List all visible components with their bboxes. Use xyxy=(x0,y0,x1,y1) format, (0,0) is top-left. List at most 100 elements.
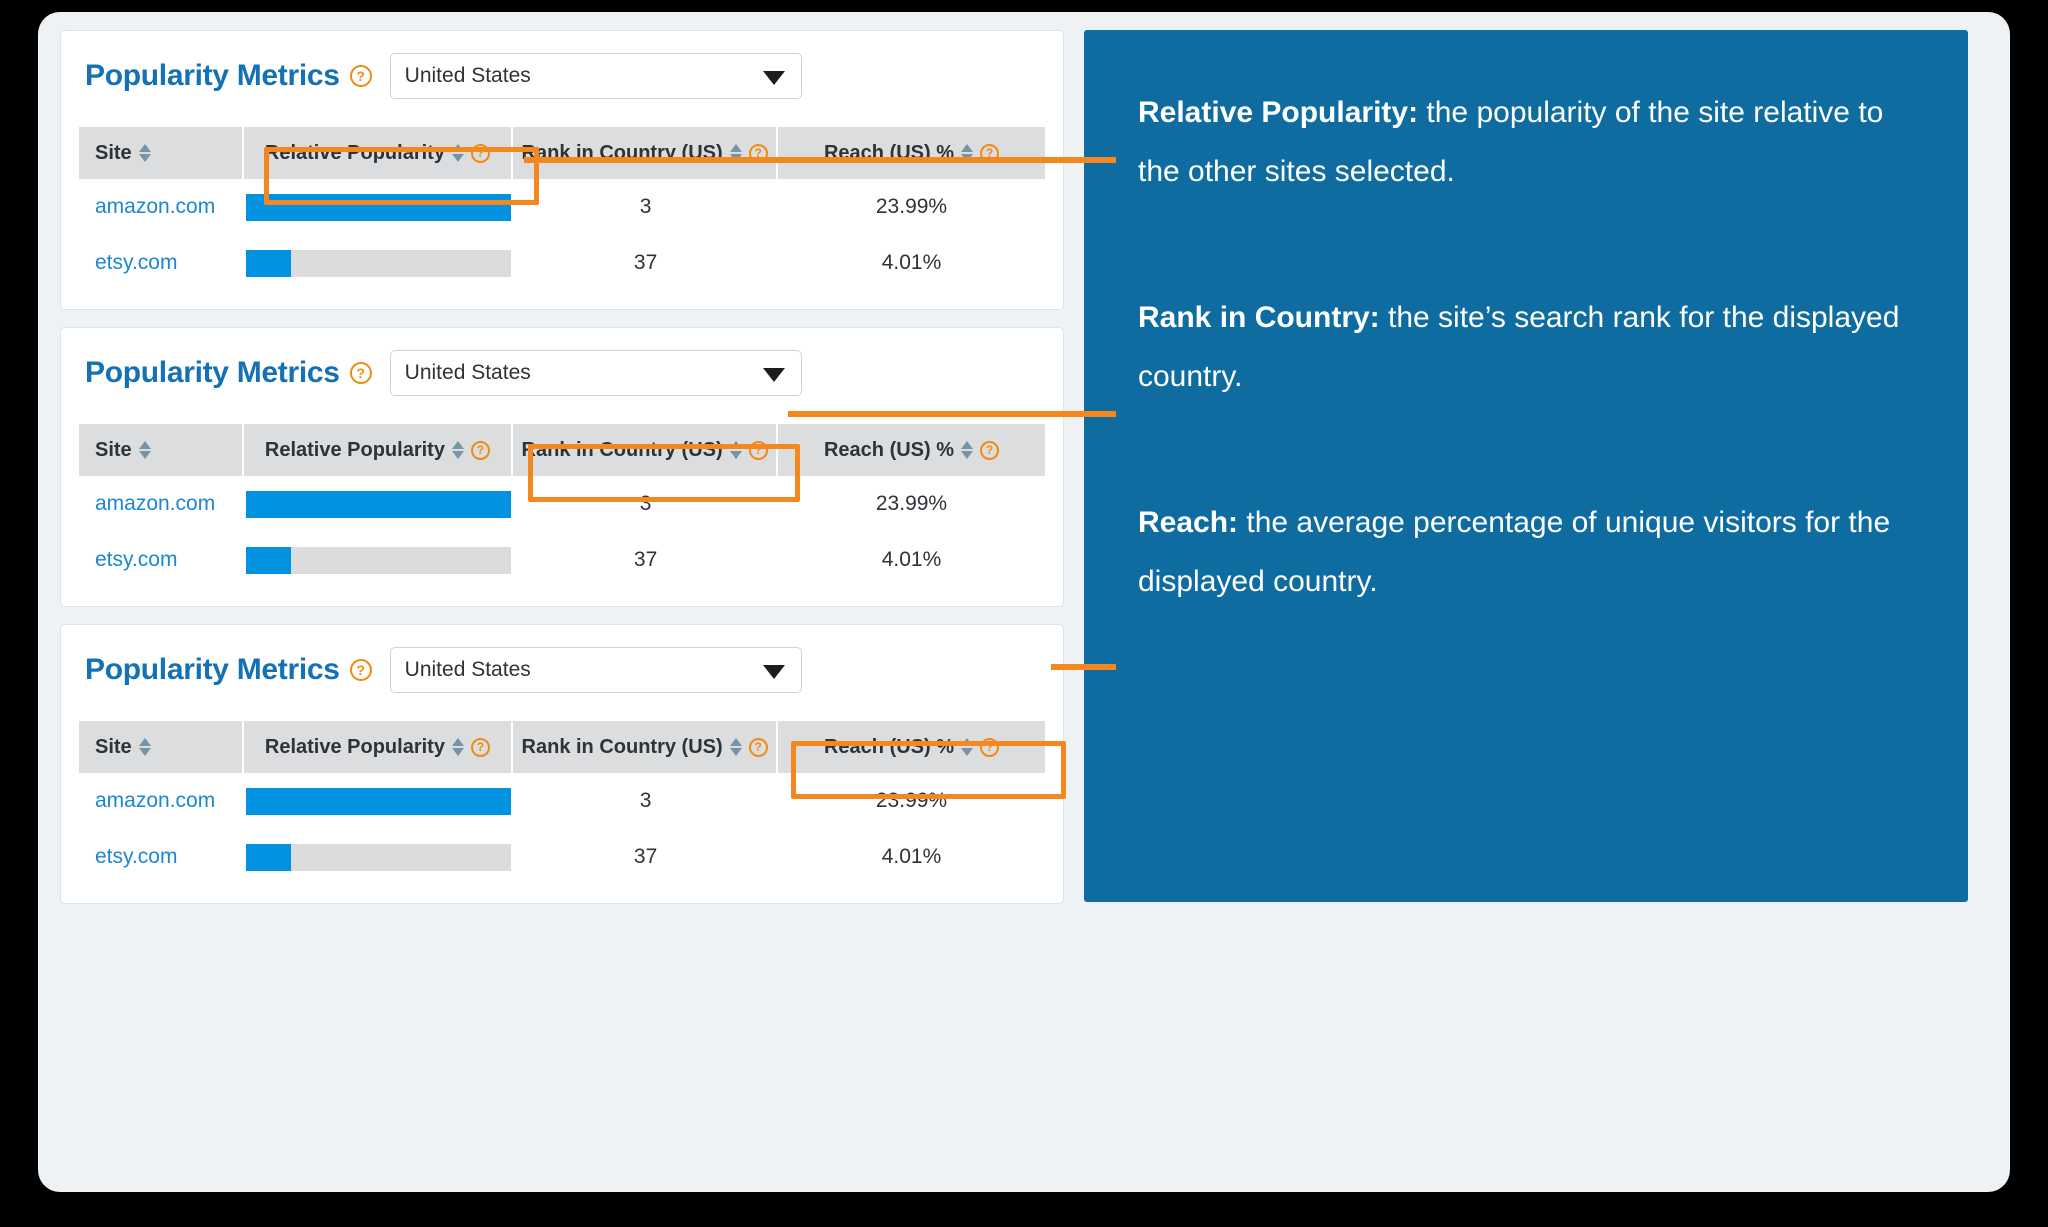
reach-value: 4.01% xyxy=(881,845,942,868)
annotation-term: Rank in Country: xyxy=(1138,301,1380,334)
metrics-table-3: Site Relative Popularity ? Rank in Count… xyxy=(79,721,1045,885)
relative-popularity-bar xyxy=(244,829,514,885)
help-icon[interactable]: ? xyxy=(748,440,768,460)
table-row: etsy.com 37 4.01% xyxy=(79,532,1045,588)
country-select-2[interactable]: United States xyxy=(389,350,802,396)
help-icon[interactable]: ? xyxy=(980,440,1000,460)
column-header-reach[interactable]: Reach (US) % ? xyxy=(778,424,1045,476)
site-link[interactable]: etsy.com xyxy=(79,235,244,291)
column-header-site[interactable]: Site xyxy=(79,721,244,773)
column-header-label: Site xyxy=(95,438,132,461)
column-header-reach[interactable]: Reach (US) % ? xyxy=(778,127,1045,179)
reach-value: 23.99% xyxy=(875,195,948,218)
site-link[interactable]: etsy.com xyxy=(79,532,244,588)
popularity-panel-3: Popularity Metrics ? United States Site xyxy=(60,624,1066,904)
content-stage: Popularity Metrics ? United States Site xyxy=(38,12,2010,1192)
table-row: etsy.com 37 4.01% xyxy=(79,235,1045,291)
help-icon[interactable]: ? xyxy=(470,143,490,163)
country-select-3[interactable]: United States xyxy=(389,647,802,693)
sort-arrows-icon[interactable] xyxy=(729,738,742,756)
sort-arrows-icon[interactable] xyxy=(138,738,151,756)
annotation-reach: Reach: the average percentage of unique … xyxy=(1138,494,1922,611)
annotation-text: the average percentage of unique visitor… xyxy=(1138,506,1891,598)
help-icon[interactable]: ? xyxy=(470,737,490,757)
annotation-rank-in-country: Rank in Country: the site’s search rank … xyxy=(1138,289,1922,406)
callout-connector-3 xyxy=(1051,664,1116,670)
column-header-label: Rank in Country (US) xyxy=(521,735,723,758)
site-link[interactable]: amazon.com xyxy=(79,773,244,829)
reach-value: 4.01% xyxy=(881,251,942,274)
column-header-label: Reach (US) % xyxy=(823,438,955,461)
rank-value: 37 xyxy=(633,845,658,868)
site-link[interactable]: etsy.com xyxy=(79,829,244,885)
column-header-site[interactable]: Site xyxy=(79,127,244,179)
popularity-panels-column: Popularity Metrics ? United States Site xyxy=(60,30,1066,921)
column-header-label: Relative Popularity xyxy=(264,141,445,164)
sort-arrows-icon[interactable] xyxy=(451,144,464,162)
panel-header-2: Popularity Metrics ? United States xyxy=(61,328,1063,404)
table-row: amazon.com 3 23.99% xyxy=(79,179,1045,235)
column-header-label: Reach (US) % xyxy=(823,735,955,758)
metrics-table-1: Site Relative Popularity ? Rank in Count… xyxy=(79,127,1045,291)
annotation-term: Relative Popularity: xyxy=(1138,96,1419,129)
column-header-rank-in-country[interactable]: Rank in Country (US) ? xyxy=(513,721,778,773)
column-header-reach[interactable]: Reach (US) % ? xyxy=(778,721,1045,773)
relative-popularity-bar xyxy=(244,476,514,532)
rank-value: 3 xyxy=(639,195,652,218)
sort-arrows-icon[interactable] xyxy=(961,441,974,459)
annotations-panel: Relative Popularity: the popularity of t… xyxy=(1084,30,1968,902)
metrics-table-2: Site Relative Popularity ? Rank in Count… xyxy=(79,424,1045,588)
column-header-rank-in-country[interactable]: Rank in Country (US) ? xyxy=(513,424,778,476)
sort-arrows-icon[interactable] xyxy=(451,738,464,756)
country-select-1[interactable]: United States xyxy=(389,53,802,99)
country-select-value: United States xyxy=(404,361,531,384)
site-link[interactable]: amazon.com xyxy=(79,179,244,235)
rank-value: 37 xyxy=(633,548,658,571)
help-icon[interactable]: ? xyxy=(349,362,372,384)
rank-value: 3 xyxy=(639,789,652,812)
table-row: amazon.com 3 23.99% xyxy=(79,773,1045,829)
panel-header-3: Popularity Metrics ? United States xyxy=(61,625,1063,701)
column-header-relative-popularity[interactable]: Relative Popularity ? xyxy=(243,721,514,773)
sort-arrows-icon[interactable] xyxy=(729,441,742,459)
column-header-label: Rank in Country (US) xyxy=(521,438,723,461)
table-header-row: Site Relative Popularity ? Rank in Count… xyxy=(79,424,1045,476)
chevron-down-icon xyxy=(762,71,785,85)
relative-popularity-bar xyxy=(244,235,514,291)
table-row: amazon.com 3 23.99% xyxy=(79,476,1045,532)
help-icon[interactable]: ? xyxy=(748,737,768,757)
column-header-rank-in-country[interactable]: Rank in Country (US) ? xyxy=(513,127,778,179)
reach-value: 23.99% xyxy=(875,789,948,812)
column-header-relative-popularity[interactable]: Relative Popularity ? xyxy=(243,127,514,179)
column-header-relative-popularity[interactable]: Relative Popularity ? xyxy=(243,424,514,476)
relative-popularity-bar xyxy=(244,773,514,829)
rank-value: 37 xyxy=(633,251,658,274)
column-header-label: Site xyxy=(95,735,132,758)
relative-popularity-bar xyxy=(244,532,514,588)
column-header-label: Relative Popularity xyxy=(264,438,445,461)
table-header-row: Site Relative Popularity ? Rank in Count… xyxy=(79,127,1045,179)
site-link[interactable]: amazon.com xyxy=(79,476,244,532)
help-icon[interactable]: ? xyxy=(349,65,372,87)
chevron-down-icon xyxy=(762,665,785,679)
page-title: Popularity Metrics xyxy=(85,59,340,92)
help-icon[interactable]: ? xyxy=(980,737,1000,757)
help-icon[interactable]: ? xyxy=(349,659,372,681)
sort-arrows-icon[interactable] xyxy=(451,441,464,459)
table-header-row: Site Relative Popularity ? Rank in Count… xyxy=(79,721,1045,773)
column-header-site[interactable]: Site xyxy=(79,424,244,476)
callout-connector-1 xyxy=(524,157,1116,163)
reach-value: 23.99% xyxy=(875,492,948,515)
chevron-down-icon xyxy=(762,368,785,382)
sort-arrows-icon[interactable] xyxy=(138,144,151,162)
table-row: etsy.com 37 4.01% xyxy=(79,829,1045,885)
popularity-panel-2: Popularity Metrics ? United States Site xyxy=(60,327,1064,607)
sort-arrows-icon[interactable] xyxy=(138,441,151,459)
sort-arrows-icon[interactable] xyxy=(961,738,974,756)
column-header-label: Site xyxy=(95,141,132,164)
callout-connector-2 xyxy=(788,411,1116,417)
annotation-term: Reach: xyxy=(1138,506,1239,539)
rank-value: 3 xyxy=(639,492,652,515)
help-icon[interactable]: ? xyxy=(470,440,490,460)
column-header-label: Relative Popularity xyxy=(264,735,445,758)
